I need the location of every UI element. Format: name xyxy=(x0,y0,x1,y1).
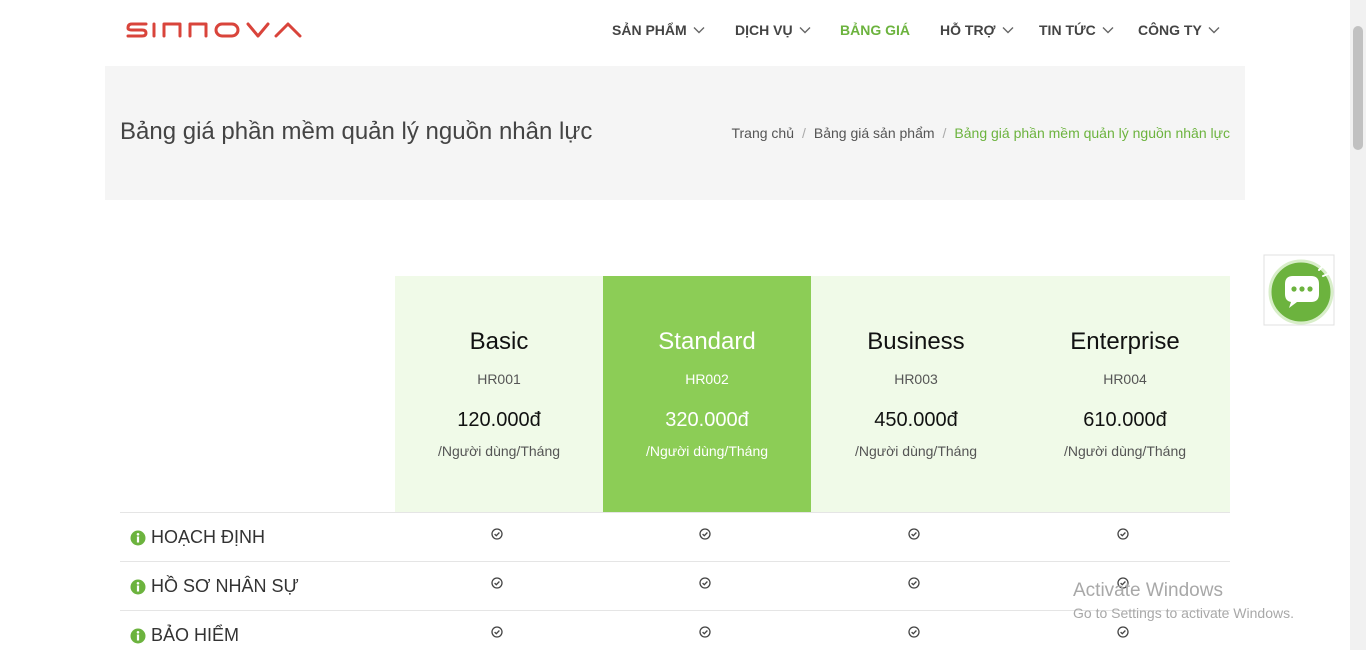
breadcrumb-current: Bảng giá phần mềm quản lý nguồn nhân lực xyxy=(954,125,1230,141)
check-circle-icon xyxy=(908,528,920,540)
plan-code: HR001 xyxy=(477,371,521,387)
plan-price: 120.000đ xyxy=(457,409,541,431)
check-circle-icon xyxy=(699,626,711,638)
plan-enterprise[interactable]: Enterprise HR004 610.000đ/Người dùng/Tháng xyxy=(1021,276,1229,512)
site-header: SẢN PHẨM DỊCH VỤ BẢNG GIÁ HỖ TRỢ TIN TỨC CÔNG… xyxy=(0,0,1350,64)
chevron-down-icon xyxy=(1002,27,1013,34)
chevron-down-icon xyxy=(1208,27,1220,34)
page-banner: Bảng giá phần mềm quản lý nguồn nhân lực… xyxy=(105,66,1245,200)
nav-item-label: HỖ TRỢ xyxy=(940,22,996,38)
nav-item-cong-ty[interactable]: CÔNG TY xyxy=(1138,22,1220,38)
check-circle-icon xyxy=(491,528,503,540)
chevron-down-icon xyxy=(799,27,811,34)
plan-unit: /Người dùng/Tháng xyxy=(645,443,769,459)
nav-item-label: DỊCH VỤ xyxy=(735,22,793,38)
check-circle-icon xyxy=(908,577,920,589)
activate-windows-watermark: Activate Windows Go to Settings to activ… xyxy=(1073,580,1294,621)
chat-icon[interactable] xyxy=(1263,254,1335,326)
plan-price: 320.000đ xyxy=(665,409,749,431)
feature-label[interactable]: BẢO HIỂM xyxy=(130,625,239,646)
check-circle-icon xyxy=(908,626,920,638)
feature-label-text: BẢO HIỂM xyxy=(151,625,240,645)
check-circle-icon xyxy=(491,626,503,638)
nav-item-label: BẢNG GIÁ xyxy=(840,22,910,38)
feature-label[interactable]: HỒ SƠ NHÂN SỰ xyxy=(130,576,299,597)
breadcrumb-separator: / xyxy=(802,125,806,141)
plan-name: Basic xyxy=(469,328,529,355)
plan-name: Standard xyxy=(658,328,756,355)
plan-basic[interactable]: Basic HR001 120.000đ/Người dùng/Tháng xyxy=(395,276,603,512)
plan-unit: /Người dùng/Tháng xyxy=(1063,443,1187,459)
feature-label-text: HỒ SƠ NHÂN SỰ xyxy=(151,576,299,596)
scrollbar-thumb[interactable] xyxy=(1353,26,1363,150)
chevron-down-icon xyxy=(693,27,705,34)
page-title: Bảng giá phần mềm quản lý nguồn nhân lực xyxy=(120,118,593,145)
plan-code: HR003 xyxy=(894,371,938,387)
breadcrumb-separator: / xyxy=(942,125,947,141)
nav-item-san-pham[interactable]: SẢN PHẨM xyxy=(612,22,705,38)
feature-row-hoach-dinh: HOẠCH ĐỊNH xyxy=(120,512,1230,562)
watermark-line-2: Go to Settings to activate Windows. xyxy=(1073,605,1294,621)
nav-item-bang-gia[interactable]: BẢNG GIÁ xyxy=(840,22,910,38)
watermark-line-1: Activate Windows xyxy=(1073,580,1223,601)
chevron-down-icon xyxy=(1102,27,1114,34)
plan-unit: /Người dùng/Tháng xyxy=(854,443,978,459)
check-circle-icon xyxy=(491,577,503,589)
nav-item-ho-tro[interactable]: HỖ TRỢ xyxy=(940,22,1014,38)
plan-name: Business xyxy=(867,328,965,355)
nav-item-label: TIN TỨC xyxy=(1039,22,1096,38)
check-circle-icon xyxy=(699,577,711,589)
check-circle-icon xyxy=(1117,528,1129,540)
breadcrumb-pricing[interactable]: Bảng giá sản phẩm xyxy=(814,125,935,141)
plan-code: HR002 xyxy=(685,371,729,387)
plan-code: HR004 xyxy=(1103,371,1147,387)
info-icon[interactable] xyxy=(130,628,146,644)
sinnova-logo[interactable] xyxy=(126,20,302,40)
nav-item-label: SẢN PHẨM xyxy=(612,22,687,38)
check-circle-icon xyxy=(1117,626,1129,638)
page-scrollbar[interactable] xyxy=(1350,0,1366,650)
info-icon[interactable] xyxy=(130,579,146,595)
plan-price: 450.000đ xyxy=(874,409,958,431)
info-icon[interactable] xyxy=(130,530,146,546)
check-circle-icon xyxy=(699,528,711,540)
plan-standard[interactable]: Standard HR002 320.000đ/Người dùng/Tháng xyxy=(603,276,811,512)
plan-business[interactable]: Business HR003 450.000đ/Người dùng/Tháng xyxy=(812,276,1020,512)
feature-row-bao-hiem: BẢO HIỂM xyxy=(120,610,1230,660)
nav-item-tin-tuc[interactable]: TIN TỨC xyxy=(1039,22,1114,38)
pricing-plans: Basic HR001 120.000đ/Người dùng/Tháng Stand… xyxy=(395,276,1230,512)
feature-row-ho-so-nhan-su: HỒ SƠ NHÂN SỰ xyxy=(120,561,1230,611)
feature-label[interactable]: HOẠCH ĐỊNH xyxy=(130,527,265,548)
feature-label-text: HOẠCH ĐỊNH xyxy=(151,527,266,547)
breadcrumb: Trang chủ / Bảng giá sản phẩm / Bảng giá… xyxy=(731,125,1230,141)
nav-item-dich-vu[interactable]: DỊCH VỤ xyxy=(735,22,811,38)
plan-price: 610.000đ xyxy=(1083,409,1167,431)
plan-unit: /Người dùng/Tháng xyxy=(437,443,561,459)
plan-name: Enterprise xyxy=(1070,328,1180,355)
breadcrumb-home[interactable]: Trang chủ xyxy=(731,125,794,141)
nav-item-label: CÔNG TY xyxy=(1138,22,1202,38)
